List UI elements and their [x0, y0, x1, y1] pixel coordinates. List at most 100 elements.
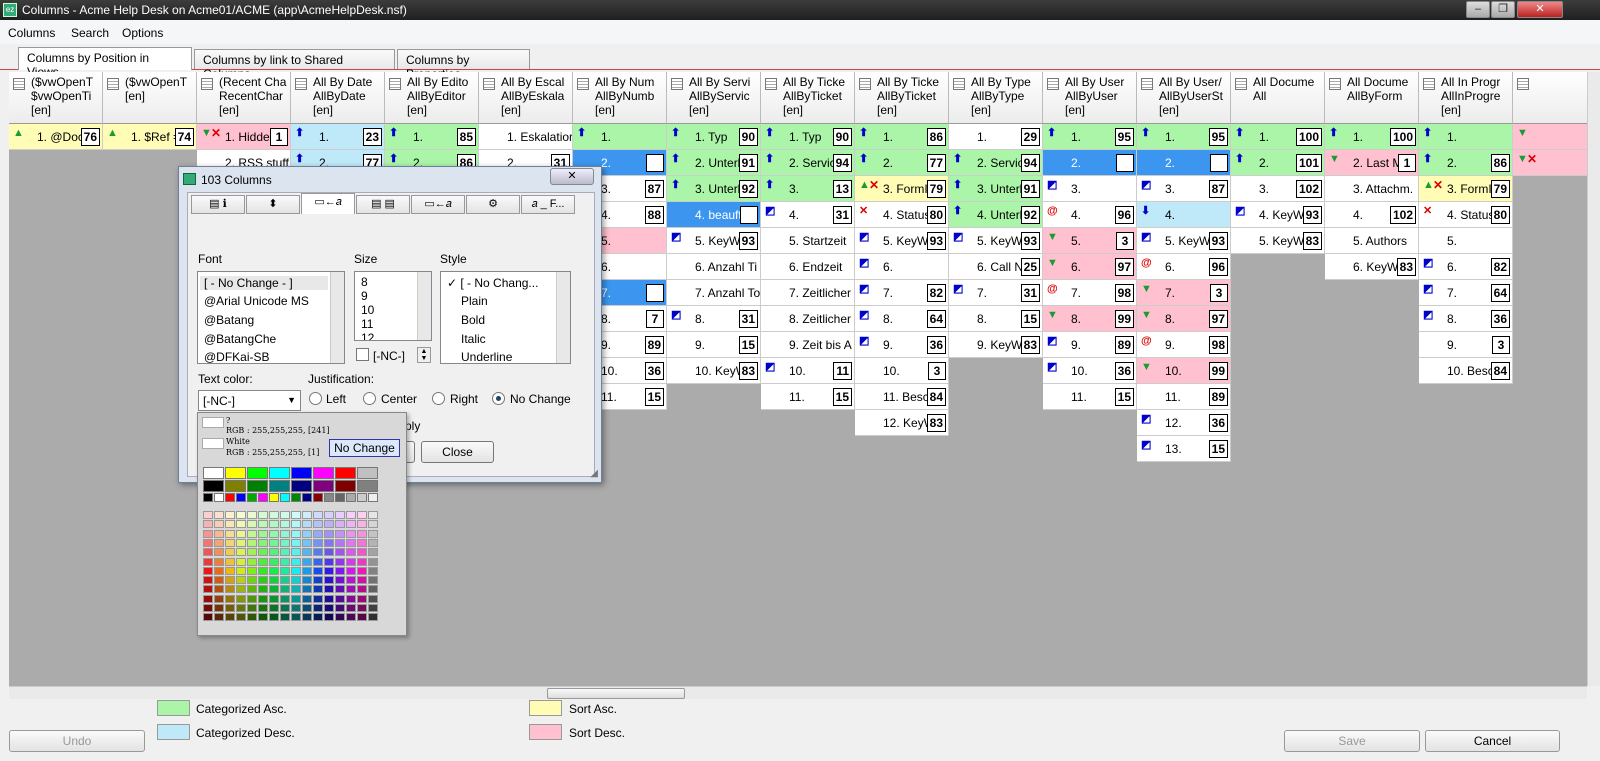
palette-color[interactable]	[269, 548, 279, 557]
column-cell[interactable]: ◩ 3.	[1043, 176, 1137, 202]
palette-color[interactable]	[280, 538, 290, 547]
palette-color[interactable]	[302, 529, 312, 538]
column-cell[interactable]: ⬆ 1.	[1419, 124, 1513, 150]
column-header[interactable]: All By Escal AllByEskala [en]	[479, 72, 573, 124]
column-cell[interactable]: ◩ 7. 82	[855, 280, 949, 306]
palette-color[interactable]	[225, 529, 235, 538]
palette-color[interactable]	[346, 566, 356, 575]
column-cell[interactable]: ◩ 10. 11	[761, 358, 855, 384]
column-cell[interactable]: 9. 3	[1419, 332, 1513, 358]
palette-color[interactable]	[313, 520, 323, 529]
dialog-close-btn[interactable]: Close	[421, 441, 494, 463]
palette-color[interactable]	[280, 520, 290, 529]
palette-color[interactable]	[335, 520, 345, 529]
column-cell[interactable]: ⬆ 3. Unterk 92	[667, 176, 761, 202]
palette-color[interactable]	[214, 576, 224, 585]
column-header[interactable]: All By Num AllByNumb [en]	[573, 72, 667, 124]
view-column[interactable]: All By Type AllByType [en] 1. 29 ⬆ 2. Servic 94…	[949, 72, 1043, 686]
palette-color[interactable]	[335, 538, 345, 547]
palette-color[interactable]	[335, 604, 345, 612]
palette-color[interactable]	[346, 511, 356, 519]
resize-grip-icon[interactable]: ◢	[590, 468, 598, 479]
style-item[interactable]: Underline	[461, 350, 512, 363]
palette-color[interactable]	[291, 538, 301, 547]
horizontal-scrollbar[interactable]	[9, 686, 1587, 699]
view-column[interactable]: All By User/AllByUserSt [en] ⬆ 1. 95 2. 5 ◩ 3. 87…	[1137, 72, 1231, 686]
palette-color[interactable]	[346, 493, 356, 502]
nochange-color-button[interactable]: No Change	[329, 439, 400, 457]
palette-color[interactable]	[269, 538, 279, 547]
palette-color[interactable]	[313, 576, 323, 585]
size-item[interactable]: 10	[361, 303, 374, 317]
palette-color[interactable]	[203, 467, 224, 479]
column-cell[interactable]: 6. Endzeit	[761, 254, 855, 280]
palette-color[interactable]	[258, 538, 268, 547]
palette-color[interactable]	[269, 594, 279, 603]
column-cell[interactable]: ⬆ 2. Servic 94	[761, 150, 855, 176]
view-column[interactable]: All By User AllByUser [en] ⬆ 1. 95 2. 5 ◩ 3. @4. 96…	[1043, 72, 1137, 686]
palette-color[interactable]	[357, 480, 378, 492]
column-cell[interactable]: 8. 15	[949, 306, 1043, 332]
column-header[interactable]: All Docume All	[1231, 72, 1325, 124]
palette-color[interactable]	[280, 604, 290, 612]
palette-color[interactable]	[346, 585, 356, 594]
palette-color[interactable]	[335, 576, 345, 585]
column-cell[interactable]: ⬆ 1. 85	[385, 124, 479, 150]
palette-color[interactable]	[291, 613, 301, 622]
palette-color[interactable]	[291, 529, 301, 538]
column-cell[interactable]: ⬆ 2. Unterk 91	[667, 150, 761, 176]
palette-color[interactable]	[269, 467, 290, 479]
column-cell[interactable]: ◩ 5. KeyW 93	[667, 228, 761, 254]
palette-color[interactable]	[335, 511, 345, 519]
column-cell[interactable]: ▼ 10. 99	[1137, 358, 1231, 384]
palette-color[interactable]	[258, 548, 268, 557]
palette-color[interactable]	[280, 585, 290, 594]
color-swatch-current[interactable]	[202, 417, 224, 428]
palette-color[interactable]	[368, 529, 378, 538]
palette-color[interactable]	[291, 511, 301, 519]
palette-color[interactable]	[247, 604, 257, 612]
font-item[interactable]: @Batang	[204, 313, 254, 327]
view-column[interactable]: All By Ticke AllByTicket [en] ⬆ 1. Typ 90 ⬆ 2. …	[761, 72, 855, 686]
palette-color[interactable]	[291, 557, 301, 566]
palette-color[interactable]	[203, 604, 213, 612]
column-cell[interactable]: ◩ 4. 31	[761, 202, 855, 228]
font-item[interactable]: @DFKai-SB	[204, 350, 270, 363]
palette-color[interactable]	[335, 566, 345, 575]
palette-color[interactable]	[368, 493, 378, 502]
palette-color[interactable]	[225, 493, 235, 502]
palette-color[interactable]	[335, 585, 345, 594]
palette-color[interactable]	[302, 604, 312, 612]
column-cell[interactable]: 5. Startzeit	[761, 228, 855, 254]
palette-color[interactable]	[302, 520, 312, 529]
palette-color[interactable]	[203, 480, 224, 492]
palette-color[interactable]	[225, 538, 235, 547]
palette-color[interactable]	[302, 511, 312, 519]
font-item[interactable]: @BatangChe	[204, 332, 276, 346]
palette-color[interactable]	[225, 480, 246, 492]
palette-color[interactable]	[368, 613, 378, 622]
palette-color[interactable]	[214, 548, 224, 557]
palette-color[interactable]	[357, 529, 367, 538]
column-cell[interactable]: 5. KeyW 83	[1231, 228, 1325, 254]
column-cell[interactable]: 6. KeyW 83	[1325, 254, 1419, 280]
column-cell[interactable]: ▼ 6. 97	[1043, 254, 1137, 280]
font-item[interactable]: [ - No Change - ]	[200, 276, 328, 290]
palette-color[interactable]	[258, 604, 268, 612]
palette-color[interactable]	[203, 548, 213, 557]
column-cell[interactable]: ⬆ 1. 95	[1137, 124, 1231, 150]
column-cell[interactable]: 2. 5	[1043, 150, 1137, 176]
palette-color[interactable]	[302, 613, 312, 622]
palette-color[interactable]	[324, 585, 334, 594]
column-cell[interactable]: 6. Call N 25	[949, 254, 1043, 280]
column-header[interactable]: All By Type AllByType [en]	[949, 72, 1043, 124]
palette-color[interactable]	[236, 529, 246, 538]
color-swatch-white[interactable]	[202, 438, 224, 449]
palette-color[interactable]	[368, 538, 378, 547]
palette-color[interactable]	[346, 576, 356, 585]
column-cell[interactable]: 5.	[1419, 228, 1513, 254]
palette-color[interactable]	[258, 529, 268, 538]
palette-color[interactable]	[247, 613, 257, 622]
column-cell[interactable]: ◩ 8. 31	[667, 306, 761, 332]
palette-color[interactable]	[247, 566, 257, 575]
